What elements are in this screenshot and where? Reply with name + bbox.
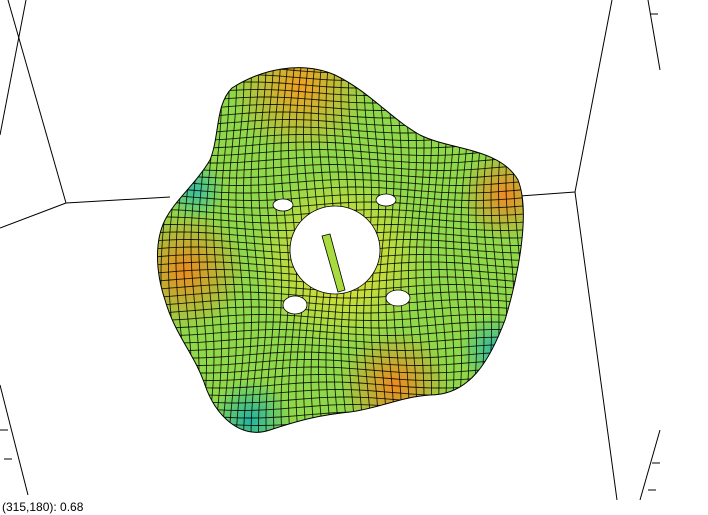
mesh-line: [157, 419, 524, 426]
readout-pixel: (315,180): [2, 500, 54, 514]
3d-scene: [0, 0, 661, 501]
small-hole: [375, 193, 397, 207]
mesh-line: [520, 67, 524, 433]
mesh-line: [146, 55, 154, 435]
small-hole: [282, 295, 308, 315]
mesh-line: [157, 426, 524, 433]
3d-surface-viewport[interactable]: [0, 0, 708, 501]
mesh-line: [157, 67, 524, 74]
small-hole: [385, 289, 411, 307]
cursor-value-readout: (315,180): 0.68: [2, 500, 83, 515]
mesh-line: [150, 60, 530, 66]
small-hole: [272, 198, 294, 212]
mesh-line: [150, 52, 530, 58]
mesh-line: [150, 435, 530, 441]
readout-value: 0.68: [60, 500, 84, 514]
